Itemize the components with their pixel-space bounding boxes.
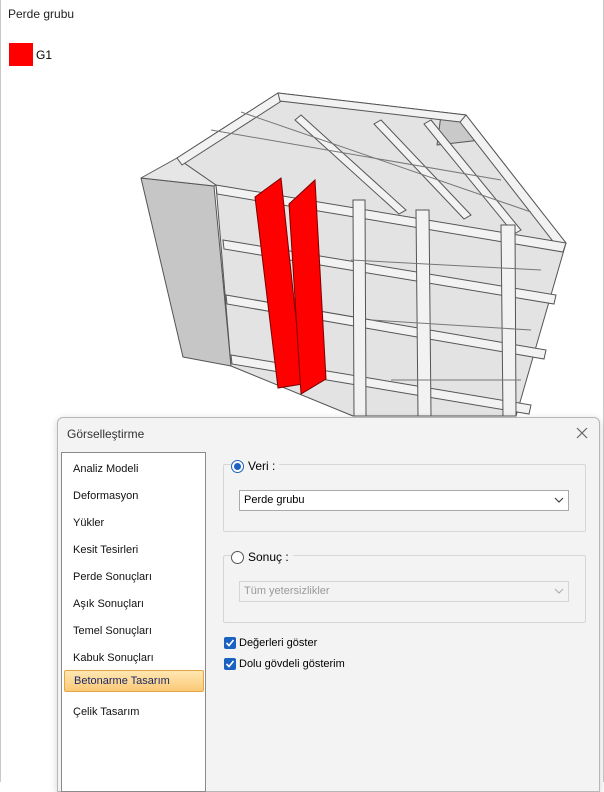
veri-select-value: Perde grubu [244,494,305,506]
category-list[interactable]: Analiz Modeli Deformasyon Yükler Kesit T… [61,452,206,792]
show-values-checkbox[interactable]: Değerleri göster [224,635,317,650]
sonuc-select-value: Tüm yetersizlikler [244,585,330,597]
nav-item-yukler[interactable]: Yükler [64,512,204,534]
sonuc-radio[interactable]: Sonuç : [231,549,293,565]
close-icon [576,427,588,439]
nav-item-asik-sonuclari[interactable]: Aşık Sonuçları [64,593,204,615]
radio-unselected-icon [231,550,244,564]
nav-item-kesit-tesirleri[interactable]: Kesit Tesirleri [64,539,204,561]
model-column-1 [352,199,367,417]
sonuc-select[interactable]: Tüm yetersizlikler [239,581,569,602]
structural-model-3d[interactable] [1,0,604,420]
nav-item-perde-sonuclari[interactable]: Perde Sonuçları [64,566,204,588]
dialog-title: Görselleştirme [67,427,145,441]
solid-display-checkbox[interactable]: Dolu gövdeli gösterim [224,656,345,671]
model-column-2 [415,209,432,417]
visualization-dialog: Görselleştirme Analiz Modeli Deformasyon… [57,417,600,792]
model-column-3 [500,224,517,417]
close-button[interactable] [571,423,593,443]
nav-item-celik-tasarim[interactable]: Çelik Tasarım [64,701,204,723]
veri-select[interactable]: Perde grubu [239,490,569,511]
nav-item-betonarme-tasarim[interactable]: Betonarme Tasarım [64,670,204,692]
veri-radio-label: Veri : [248,459,276,473]
checkmark-icon [224,636,236,649]
solid-display-label: Dolu gövdeli gösterim [239,657,345,670]
nav-item-temel-sonuclari[interactable]: Temel Sonuçları [64,620,204,642]
nav-item-deformasyon[interactable]: Deformasyon [64,485,204,507]
nav-item-kabuk-sonuclari[interactable]: Kabuk Sonuçları [64,647,204,669]
show-values-label: Değerleri göster [239,636,318,649]
chevron-down-icon [554,491,564,517]
nav-item-analiz-modeli[interactable]: Analiz Modeli [64,458,204,480]
veri-radio[interactable]: Veri : [231,458,280,474]
sonuc-radio-label: Sonuç : [248,550,289,564]
checkmark-icon [224,657,236,670]
radio-selected-icon [231,459,244,473]
chevron-down-icon [554,582,564,608]
